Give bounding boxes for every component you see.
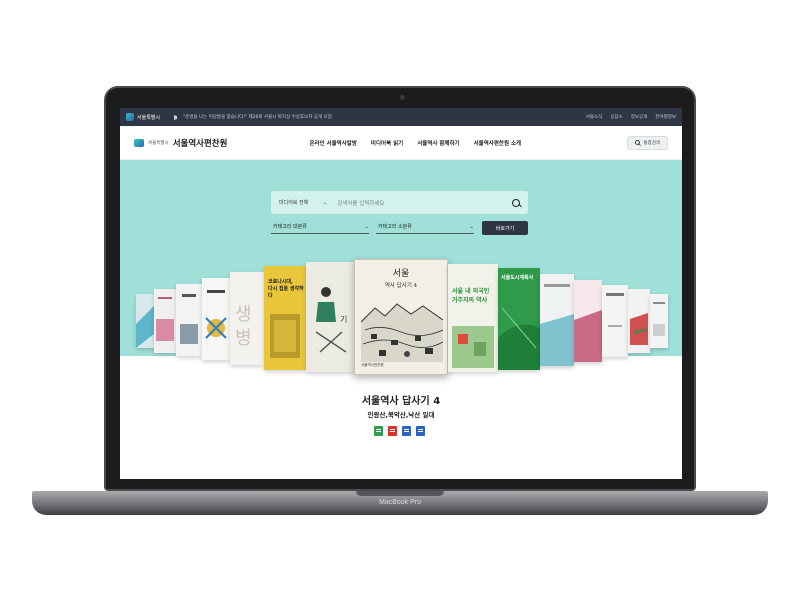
- chevron-down-icon: ⌄: [364, 223, 369, 230]
- device-label: MacBook Pro: [378, 499, 422, 506]
- seoul-city-logo[interactable]: 서울특별시: [126, 113, 160, 121]
- util-link-disclosure[interactable]: 정보공개: [631, 114, 648, 120]
- featured-cover-illustration: [361, 303, 443, 362]
- pdf-icon[interactable]: [388, 426, 397, 436]
- category-minor-label: 카테고리 소분류: [378, 224, 412, 230]
- brand-logo-icon: [134, 138, 144, 147]
- category-major-label: 카테고리 대분류: [273, 224, 307, 230]
- book-cover[interactable]: [540, 274, 574, 366]
- laptop-lid: 서울특별시 "운명을 나는 미담발을 찾습니다!" 제28회 서울시 복지상 수…: [104, 86, 696, 491]
- search-bar: 미디어북 전체 ⌄ 검색어를 입력하세요: [271, 191, 528, 214]
- integrated-search-label: 통합검색: [643, 140, 660, 146]
- svg-text:생: 생: [235, 304, 252, 325]
- book-cover[interactable]: 서울 내 외국인 거주지의 역사: [448, 264, 498, 372]
- book-cover[interactable]: 서울도시계획사: [498, 268, 540, 370]
- brand-city: 서울특별시: [148, 140, 169, 146]
- book-cover-text: 서울도시계획사: [501, 275, 534, 281]
- word-icon[interactable]: [416, 426, 425, 436]
- nav-item-online-history[interactable]: 온라인 서울역사칼방: [309, 139, 356, 147]
- book-cover[interactable]: [628, 289, 650, 353]
- search-scope-select[interactable]: 미디어북 전체: [279, 199, 323, 206]
- book-cover-text: 코로나시대, 다시 집을 생각하다: [268, 279, 304, 299]
- notice-text: "운명을 나는 미담발을 찾습니다!" 제28회 서울시 복지상 수상후보자 공…: [183, 115, 332, 120]
- book-cover[interactable]: [176, 284, 202, 356]
- epub-icon[interactable]: [374, 426, 383, 436]
- seoul-logo-text: 서울특별시: [137, 114, 161, 121]
- book-cover[interactable]: 기: [306, 262, 356, 372]
- nav-item-together[interactable]: 서울역사 함께하기: [417, 139, 459, 147]
- book-cover[interactable]: 코로나시대, 다시 집을 생각하다: [264, 266, 306, 370]
- notice-ticker[interactable]: "운명을 나는 미담발을 찾습니다!" 제28회 서울시 복지상 수상후보자 공…: [174, 114, 332, 120]
- svg-text:기: 기: [340, 315, 347, 324]
- book-cover[interactable]: [650, 294, 668, 348]
- chevron-down-icon[interactable]: ⌄: [323, 200, 327, 206]
- speaker-icon: [174, 114, 180, 120]
- chevron-down-icon: ⌄: [469, 223, 474, 230]
- format-downloads: [374, 426, 425, 436]
- featured-cover-subtitle: 역사 답사기 4: [384, 283, 418, 289]
- site-header: 서울특별시 서울역사편찬원 온라인 서울역사칼방 미디어북 읽기 서울역사 함께…: [120, 126, 682, 160]
- featured-cover-publisher: 서울역사편찬원: [361, 363, 384, 367]
- site-brand[interactable]: 서울특별시 서울역사편찬원: [134, 137, 227, 149]
- book-cover[interactable]: [154, 289, 176, 353]
- laptop-base: MacBook Pro: [32, 491, 768, 515]
- util-link-fields[interactable]: 분야별정보: [655, 114, 676, 120]
- utility-links: 서울소식 응답소 정보공개 분야별정보: [586, 114, 676, 120]
- category-minor-select[interactable]: 카테고리 소분류 ⌄: [376, 220, 474, 234]
- nav-item-mediabook[interactable]: 미디어북 읽기: [371, 139, 403, 147]
- book-cover[interactable]: 생병: [230, 272, 264, 365]
- book-cover[interactable]: [136, 294, 154, 348]
- integrated-search-button[interactable]: 통합검색: [627, 135, 668, 150]
- util-link-response[interactable]: 응답소: [610, 114, 622, 120]
- search-submit-icon[interactable]: [512, 198, 520, 207]
- go-button[interactable]: 바로가기: [482, 221, 528, 235]
- base-notch: [356, 491, 444, 496]
- selected-book-title: 서울역사 답사기 4: [361, 396, 441, 407]
- nav-item-about[interactable]: 서울역사편찬원 소개: [474, 139, 521, 147]
- book-cover[interactable]: [202, 278, 230, 360]
- selected-book-subtitle: 인왕산,북악산,낙산 일대: [367, 411, 435, 419]
- search-icon: [635, 140, 641, 145]
- seoul-logo-icon: [126, 113, 134, 121]
- main-nav: 온라인 서울역사칼방 미디어북 읽기 서울역사 함께하기 서울역사편찬원 소개: [309, 139, 521, 147]
- camera-dot: [400, 95, 405, 100]
- book-cover-text: 서울 내 외국인 거주지의 역사: [452, 288, 490, 304]
- search-input[interactable]: 검색어를 입력하세요: [337, 199, 512, 207]
- book-cover[interactable]: [602, 285, 628, 357]
- document-icon[interactable]: [402, 426, 411, 436]
- brand-name: 서울역사편찬원: [172, 138, 228, 149]
- book-cover[interactable]: [574, 280, 602, 362]
- svg-text:병: 병: [235, 328, 252, 349]
- browser-viewport: 서울특별시 "운명을 나는 미담발을 찾습니다!" 제28회 서울시 복지상 수…: [120, 108, 682, 479]
- featured-cover-title: 서울: [392, 269, 410, 279]
- utility-bar: 서울특별시 "운명을 나는 미담발을 찾습니다!" 제28회 서울시 복지상 수…: [120, 108, 682, 126]
- category-major-select[interactable]: 카테고리 대분류 ⌄: [271, 220, 369, 234]
- util-link-news[interactable]: 서울소식: [586, 114, 603, 120]
- featured-book-cover[interactable]: 서울 역사 답사기 4 서울역사편찬원: [354, 259, 448, 375]
